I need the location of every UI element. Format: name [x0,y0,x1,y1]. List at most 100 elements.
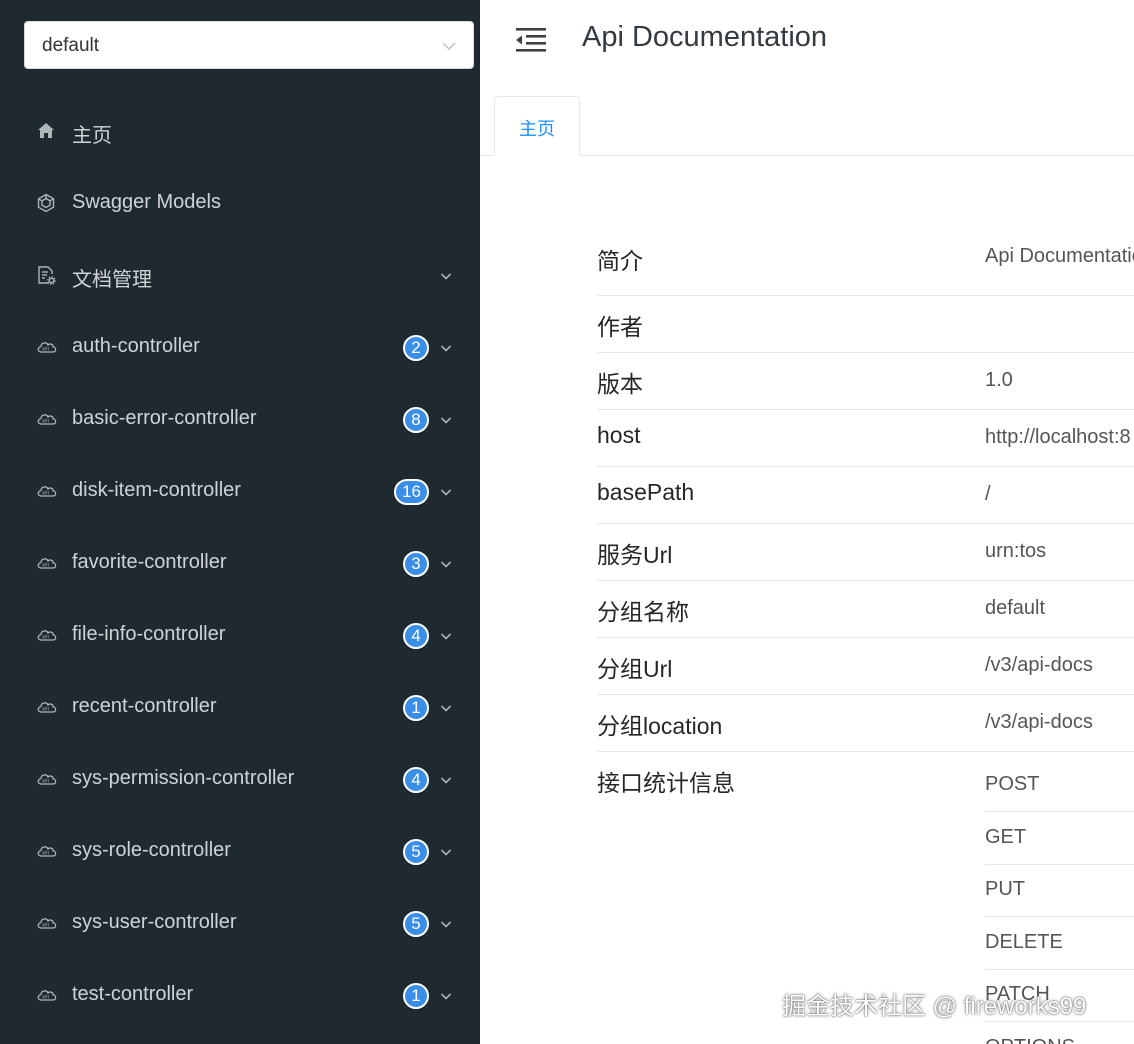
api-cloud-icon: API [36,553,57,573]
chevron-down-icon[interactable] [440,917,452,929]
sidebar-item-auth-controller[interactable]: API auth-controller 2 [0,311,480,383]
page-title: Api Documentation [582,21,828,53]
info-key: 服务Url [597,542,673,568]
svg-text:API: API [42,347,49,352]
svg-text:API: API [42,635,49,640]
svg-text:API: API [42,419,49,424]
api-cloud-icon: API [36,337,57,357]
api-cloud-icon: API [36,841,57,861]
svg-text:API: API [42,779,49,784]
info-row: host http://localhost:8 [597,410,1134,467]
sidebar-item-sys-permission-controller[interactable]: API sys-permission-controller 4 [0,743,480,815]
api-info-table: 简介 Api Documentation 作者版本 1.0 host http://loc… [597,226,1134,1044]
info-row: basePath / [597,467,1134,524]
chevron-down-icon [442,42,456,50]
count-badge: 4 [403,767,429,793]
method-label: POST [985,773,1040,795]
home-icon [36,121,56,141]
info-row: 服务Url urn:tos [597,524,1134,581]
info-value: Api Documentation [985,245,1134,267]
svg-text:API: API [42,491,49,496]
watermark: 掘金技术社区 @ fireworks99 [782,993,1087,1020]
sidebar-item-label: file-info-controller [72,623,226,645]
sidebar-item-file-info-controller[interactable]: API file-info-controller 4 [0,599,480,671]
sidebar-item-label: recent-controller [72,695,217,717]
chevron-down-icon[interactable] [440,773,452,785]
api-cloud-icon: API [36,481,57,501]
sidebar-item-label: basic-error-controller [72,407,257,429]
tab-bar: 主页 [480,86,1134,156]
sidebar-item-label: sys-permission-controller [72,767,295,789]
sidebar-item-label: Swagger Models [72,191,221,213]
method-row: GET [985,813,1134,865]
info-key: 简介 [597,248,643,274]
sidebar-item-recent-controller[interactable]: API recent-controller 1 [0,671,480,743]
info-row: 分组名称 default [597,581,1134,638]
chevron-down-icon[interactable] [440,485,452,497]
chevron-down-icon[interactable] [440,629,452,641]
tab-home-label: 主页 [519,119,555,139]
sidebar-item-label: sys-role-controller [72,839,231,861]
chevron-down-icon[interactable] [440,269,452,281]
sidebar-item-item-2[interactable]: 文档管理 [0,239,480,311]
group-select-value: default [42,35,100,56]
method-row: POST [985,760,1134,812]
chevron-down-icon[interactable] [440,557,452,569]
sidebar-item-label: test-controller [72,983,194,1005]
chevron-down-icon[interactable] [440,701,452,713]
info-value: /v3/api-docs [985,711,1093,733]
count-badge: 4 [403,623,429,649]
info-key: 作者 [597,314,643,340]
svg-text:API: API [42,851,49,856]
sidebar-item-swagger-models[interactable]: Swagger Models [0,167,480,239]
svg-text:API: API [42,923,49,928]
sidebar-menu: 主页 Swagger Models 文档管理 API auth-controller 2 A… [0,95,480,1031]
svg-text:API: API [42,707,49,712]
info-value: urn:tos [985,540,1047,562]
count-badge: 1 [403,983,429,1009]
chevron-down-icon[interactable] [440,341,452,353]
method-label: OPTIONS [985,1036,1075,1044]
sidebar-item-sys-role-controller[interactable]: API sys-role-controller 5 [0,815,480,887]
api-cloud-icon: API [36,409,57,429]
info-row: 简介 Api Documentation [597,226,1134,296]
sidebar-item-label: 文档管理 [72,269,152,291]
sidebar-item-label: 主页 [72,125,112,147]
count-badge: 5 [403,911,429,937]
svg-text:API: API [42,563,49,568]
top-header: Api Documentation [480,0,1134,86]
sidebar-item-item-0[interactable]: 主页 [0,95,480,167]
info-key: host [597,422,641,448]
info-key: 分组名称 [597,599,689,625]
sidebar-item-basic-error-controller[interactable]: API basic-error-controller 8 [0,383,480,455]
count-badge: 2 [403,335,429,361]
info-row: 作者 [597,296,1134,353]
sidebar-item-favorite-controller[interactable]: API favorite-controller 3 [0,527,480,599]
sidebar-item-test-controller[interactable]: API test-controller 1 [0,959,480,1031]
chevron-down-icon[interactable] [440,413,452,425]
sidebar-item-disk-item-controller[interactable]: API disk-item-controller 16 [0,455,480,527]
sidebar-item-sys-user-controller[interactable]: API sys-user-controller 5 [0,887,480,959]
chevron-down-icon[interactable] [440,845,452,857]
group-select[interactable]: default [24,21,474,69]
info-row: 分组Url/v3/api-docs [597,638,1134,695]
info-value: http://localhost:8 [985,426,1131,448]
info-key: basePath [597,479,695,505]
menu-fold-icon[interactable] [516,26,546,54]
count-badge: 3 [403,551,429,577]
method-row: PUT [985,865,1134,917]
sidebar-item-label: favorite-controller [72,551,227,573]
sidebar-item-label: auth-controller [72,335,200,357]
method-label: DELETE [985,930,1063,953]
count-badge: 5 [403,839,429,865]
info-row: 分组location/v3/api-docs [597,695,1134,752]
api-cloud-icon: API [36,625,57,645]
sidebar-item-label: sys-user-controller [72,911,237,933]
info-key: 分组location [597,713,723,739]
api-cloud-icon: API [36,769,57,789]
stats-label: 接口统计信息 [597,770,735,796]
sidebar: default 主页 Swagger Models 文档管理 API auth-cont… [0,0,480,1044]
chevron-down-icon[interactable] [440,989,452,1001]
sidebar-item-label: disk-item-controller [72,479,241,501]
tab-home[interactable]: 主页 [494,96,580,156]
